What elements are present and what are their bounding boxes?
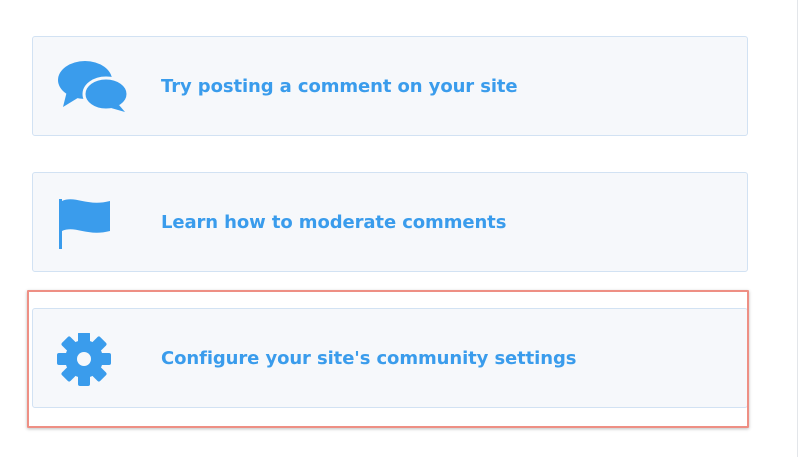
configure-community-settings-card[interactable]: Configure your site's community settings xyxy=(32,308,748,408)
learn-moderate-comments-card[interactable]: Learn how to moderate comments xyxy=(32,172,748,272)
try-posting-comment-label: Try posting a comment on your site xyxy=(161,75,518,97)
page: Try posting a comment on your site Learn… xyxy=(0,0,807,457)
configure-community-settings-label: Configure your site's community settings xyxy=(161,347,577,369)
gear-icon xyxy=(55,333,131,387)
flag-icon xyxy=(55,197,131,251)
try-posting-comment-card[interactable]: Try posting a comment on your site xyxy=(32,36,748,136)
learn-moderate-comments-label: Learn how to moderate comments xyxy=(161,211,507,233)
panel-right-border xyxy=(797,0,798,457)
comments-icon xyxy=(55,61,131,115)
